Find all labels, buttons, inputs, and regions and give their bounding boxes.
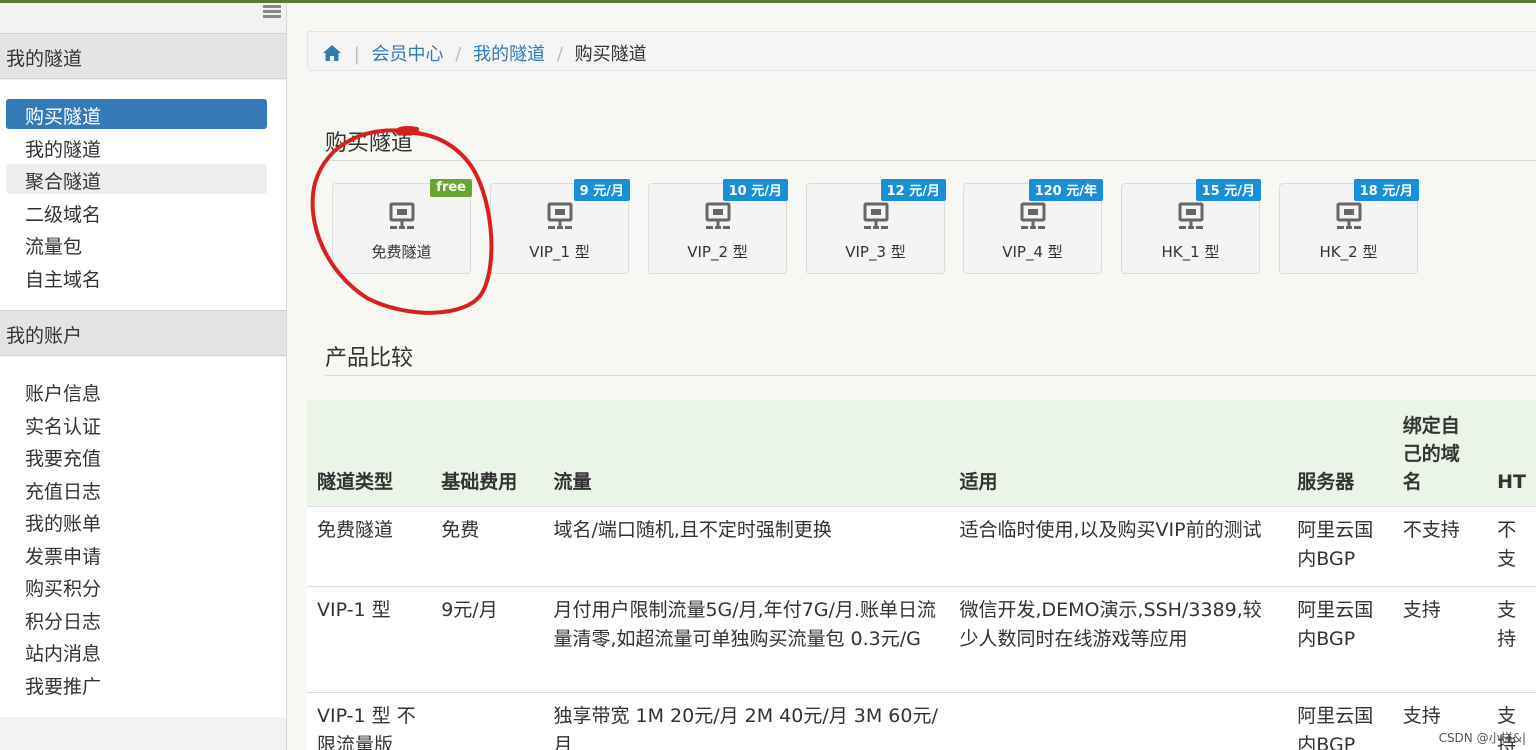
table-cell: VIP-1 型 不限流量版 <box>307 691 432 750</box>
price-badge: 9 元/月 <box>573 179 630 201</box>
plan-label: VIP_3 型 <box>845 243 906 261</box>
col-header-tunnel-type: 隧道类型 <box>317 470 394 493</box>
col-header-base-fee: 基础费用 <box>441 470 518 493</box>
title-divider <box>325 160 1536 161</box>
sidebar-item-traffic-pack[interactable]: 流量包 <box>6 229 267 259</box>
plan-label: VIP_4 型 <box>1002 243 1063 261</box>
sidebar-item-my-tunnel[interactable]: 我的隧道 <box>6 132 267 162</box>
table-cell: 月付用户限制流量5G/月,年付7G/月.账单日流量清零,如超流量可单独购买流量包… <box>543 585 950 692</box>
table-cell: 阿里云国内BGP <box>1287 691 1393 750</box>
product-compare-table: 隧道类型 基础费用 流量 适用 服务器 绑定自己的域名 HT 免费隧道 免费 域… <box>307 400 1536 750</box>
sidebar-item-subdomain[interactable]: 二级域名 <box>6 197 267 227</box>
compare-section-title: 产品比较 <box>325 346 414 371</box>
sidebar-item-account-info[interactable]: 账户信息 <box>6 376 267 406</box>
plan-card-hk2[interactable]: 18 元/月 HK_2 型 <box>1279 179 1419 274</box>
sidebar-item-aggregate-tunnel[interactable]: 聚合隧道 <box>6 164 267 194</box>
server-icon <box>1178 202 1204 229</box>
main-content: | 会员中心 / 我的隧道 / 购买隧道 购买隧道 free 免费隧道 9 元/… <box>287 3 1536 750</box>
price-badge: 12 元/月 <box>880 179 946 201</box>
table-cell: 不支 <box>1487 505 1536 586</box>
server-icon <box>1336 202 1362 229</box>
breadcrumb-member-center[interactable]: 会员中心 <box>372 44 444 65</box>
sidebar-item-invoice[interactable]: 发票申请 <box>6 539 267 569</box>
page-title: 购买隧道 <box>325 131 414 156</box>
table-cell: 免费 <box>431 505 544 586</box>
breadcrumb: | 会员中心 / 我的隧道 / 购买隧道 <box>307 31 1536 71</box>
price-badge: free <box>430 179 472 197</box>
table-row: VIP-1 型 不限流量版 独享带宽 1M 20元/月 2M 40元/月 3M … <box>307 691 1536 750</box>
breadcrumb-separator: / <box>455 44 462 65</box>
breadcrumb-separator: / <box>556 44 563 65</box>
table-cell: 域名/端口随机,且不定时强制更换 <box>543 505 950 586</box>
col-header-http: HT <box>1497 470 1526 493</box>
sidebar-item-recharge[interactable]: 我要充值 <box>6 441 267 471</box>
sidebar-item-points-log[interactable]: 积分日志 <box>6 604 267 634</box>
plan-card-vip4[interactable]: 120 元/年 VIP_4 型 <box>963 179 1103 274</box>
sidebar-account-menu: 账户信息 实名认证 我要充值 充值日志 我的账单 发票申请 购买积分 积分日志 … <box>0 357 286 717</box>
col-header-usage: 适用 <box>959 470 998 493</box>
breadcrumb-separator: | <box>353 44 360 65</box>
plan-label: HK_2 型 <box>1319 243 1378 261</box>
plan-card-free[interactable]: free 免费隧道 <box>332 179 472 274</box>
plan-label: VIP_2 型 <box>687 243 748 261</box>
server-icon <box>547 202 573 229</box>
col-header-traffic: 流量 <box>553 470 592 493</box>
server-icon <box>1020 202 1046 229</box>
table-cell: 适合临时使用,以及购买VIP前的测试 <box>949 505 1288 586</box>
breadcrumb-my-tunnel[interactable]: 我的隧道 <box>473 44 545 65</box>
table-row: 免费隧道 免费 域名/端口随机,且不定时强制更换 适合临时使用,以及购买VIP前… <box>307 505 1536 586</box>
sidebar-item-custom-domain[interactable]: 自主域名 <box>6 262 267 292</box>
watermark: CSDN @小样&| <box>1438 731 1526 745</box>
sidebar-item-my-bill[interactable]: 我的账单 <box>6 506 267 536</box>
sidebar-section-tunnels[interactable]: 我的隧道 <box>0 33 286 79</box>
col-header-server: 服务器 <box>1297 470 1355 493</box>
breadcrumb-current: 购买隧道 <box>574 44 647 65</box>
table-cell: 阿里云国内BGP <box>1287 585 1393 692</box>
server-icon <box>863 202 889 229</box>
table-cell: VIP-1 型 <box>307 585 432 692</box>
sidebar-item-messages[interactable]: 站内消息 <box>6 636 267 666</box>
compare-divider <box>325 375 1536 376</box>
table-cell: 不支持 <box>1392 505 1488 586</box>
table-cell: 9元/月 <box>431 585 544 692</box>
table-cell <box>949 691 1288 750</box>
sidebar-item-promote[interactable]: 我要推广 <box>6 669 267 699</box>
plan-card-hk1[interactable]: 15 元/月 HK_1 型 <box>1121 179 1261 274</box>
table-cell: 支持 <box>1392 585 1488 692</box>
price-badge: 10 元/月 <box>722 179 788 201</box>
sidebar-item-buy-tunnel[interactable]: 购买隧道 <box>6 99 267 129</box>
table-cell <box>431 691 544 750</box>
plan-label: VIP_1 型 <box>529 243 590 261</box>
table-cell: 微信开发,DEMO演示,SSH/3389,较少人数同时在线游戏等应用 <box>949 585 1288 692</box>
server-icon <box>705 202 731 229</box>
col-header-bind-domain: 绑定自己的域名 <box>1402 414 1460 493</box>
table-cell: 阿里云国内BGP <box>1287 505 1393 586</box>
table-header-row: 隧道类型 基础费用 流量 适用 服务器 绑定自己的域名 HT <box>307 400 1536 506</box>
plan-label: HK_1 型 <box>1161 243 1220 261</box>
table-cell: 独享带宽 1M 20元/月 2M 40元/月 3M 60元/月 <box>543 691 950 750</box>
sidebar-tunnel-menu: 购买隧道 我的隧道 聚合隧道 二级域名 流量包 自主域名 <box>0 80 286 310</box>
sidebar: 我的隧道 购买隧道 我的隧道 聚合隧道 二级域名 流量包 自主域名 我的账户 账… <box>0 3 287 750</box>
sidebar-section-account[interactable]: 我的账户 <box>0 310 286 356</box>
sidebar-item-real-name[interactable]: 实名认证 <box>6 409 267 439</box>
sidebar-item-buy-points[interactable]: 购买积分 <box>6 571 267 601</box>
price-badge: 18 元/月 <box>1353 179 1419 201</box>
table-row: VIP-1 型 9元/月 月付用户限制流量5G/月,年付7G/月.账单日流量清零… <box>307 585 1536 692</box>
plan-label: 免费隧道 <box>371 243 432 261</box>
table-cell: 免费隧道 <box>307 505 432 586</box>
home-icon[interactable] <box>322 44 342 62</box>
sidebar-collapse-icon[interactable] <box>263 5 281 19</box>
sidebar-item-recharge-log[interactable]: 充值日志 <box>6 474 267 504</box>
price-badge: 15 元/月 <box>1195 179 1261 201</box>
plan-card-vip2[interactable]: 10 元/月 VIP_2 型 <box>648 179 788 274</box>
plan-card-vip1[interactable]: 9 元/月 VIP_1 型 <box>490 179 630 274</box>
table-cell: 支持 <box>1487 585 1536 692</box>
price-badge: 120 元/年 <box>1028 179 1103 201</box>
server-icon <box>389 202 415 229</box>
plan-card-vip3[interactable]: 12 元/月 VIP_3 型 <box>806 179 946 274</box>
